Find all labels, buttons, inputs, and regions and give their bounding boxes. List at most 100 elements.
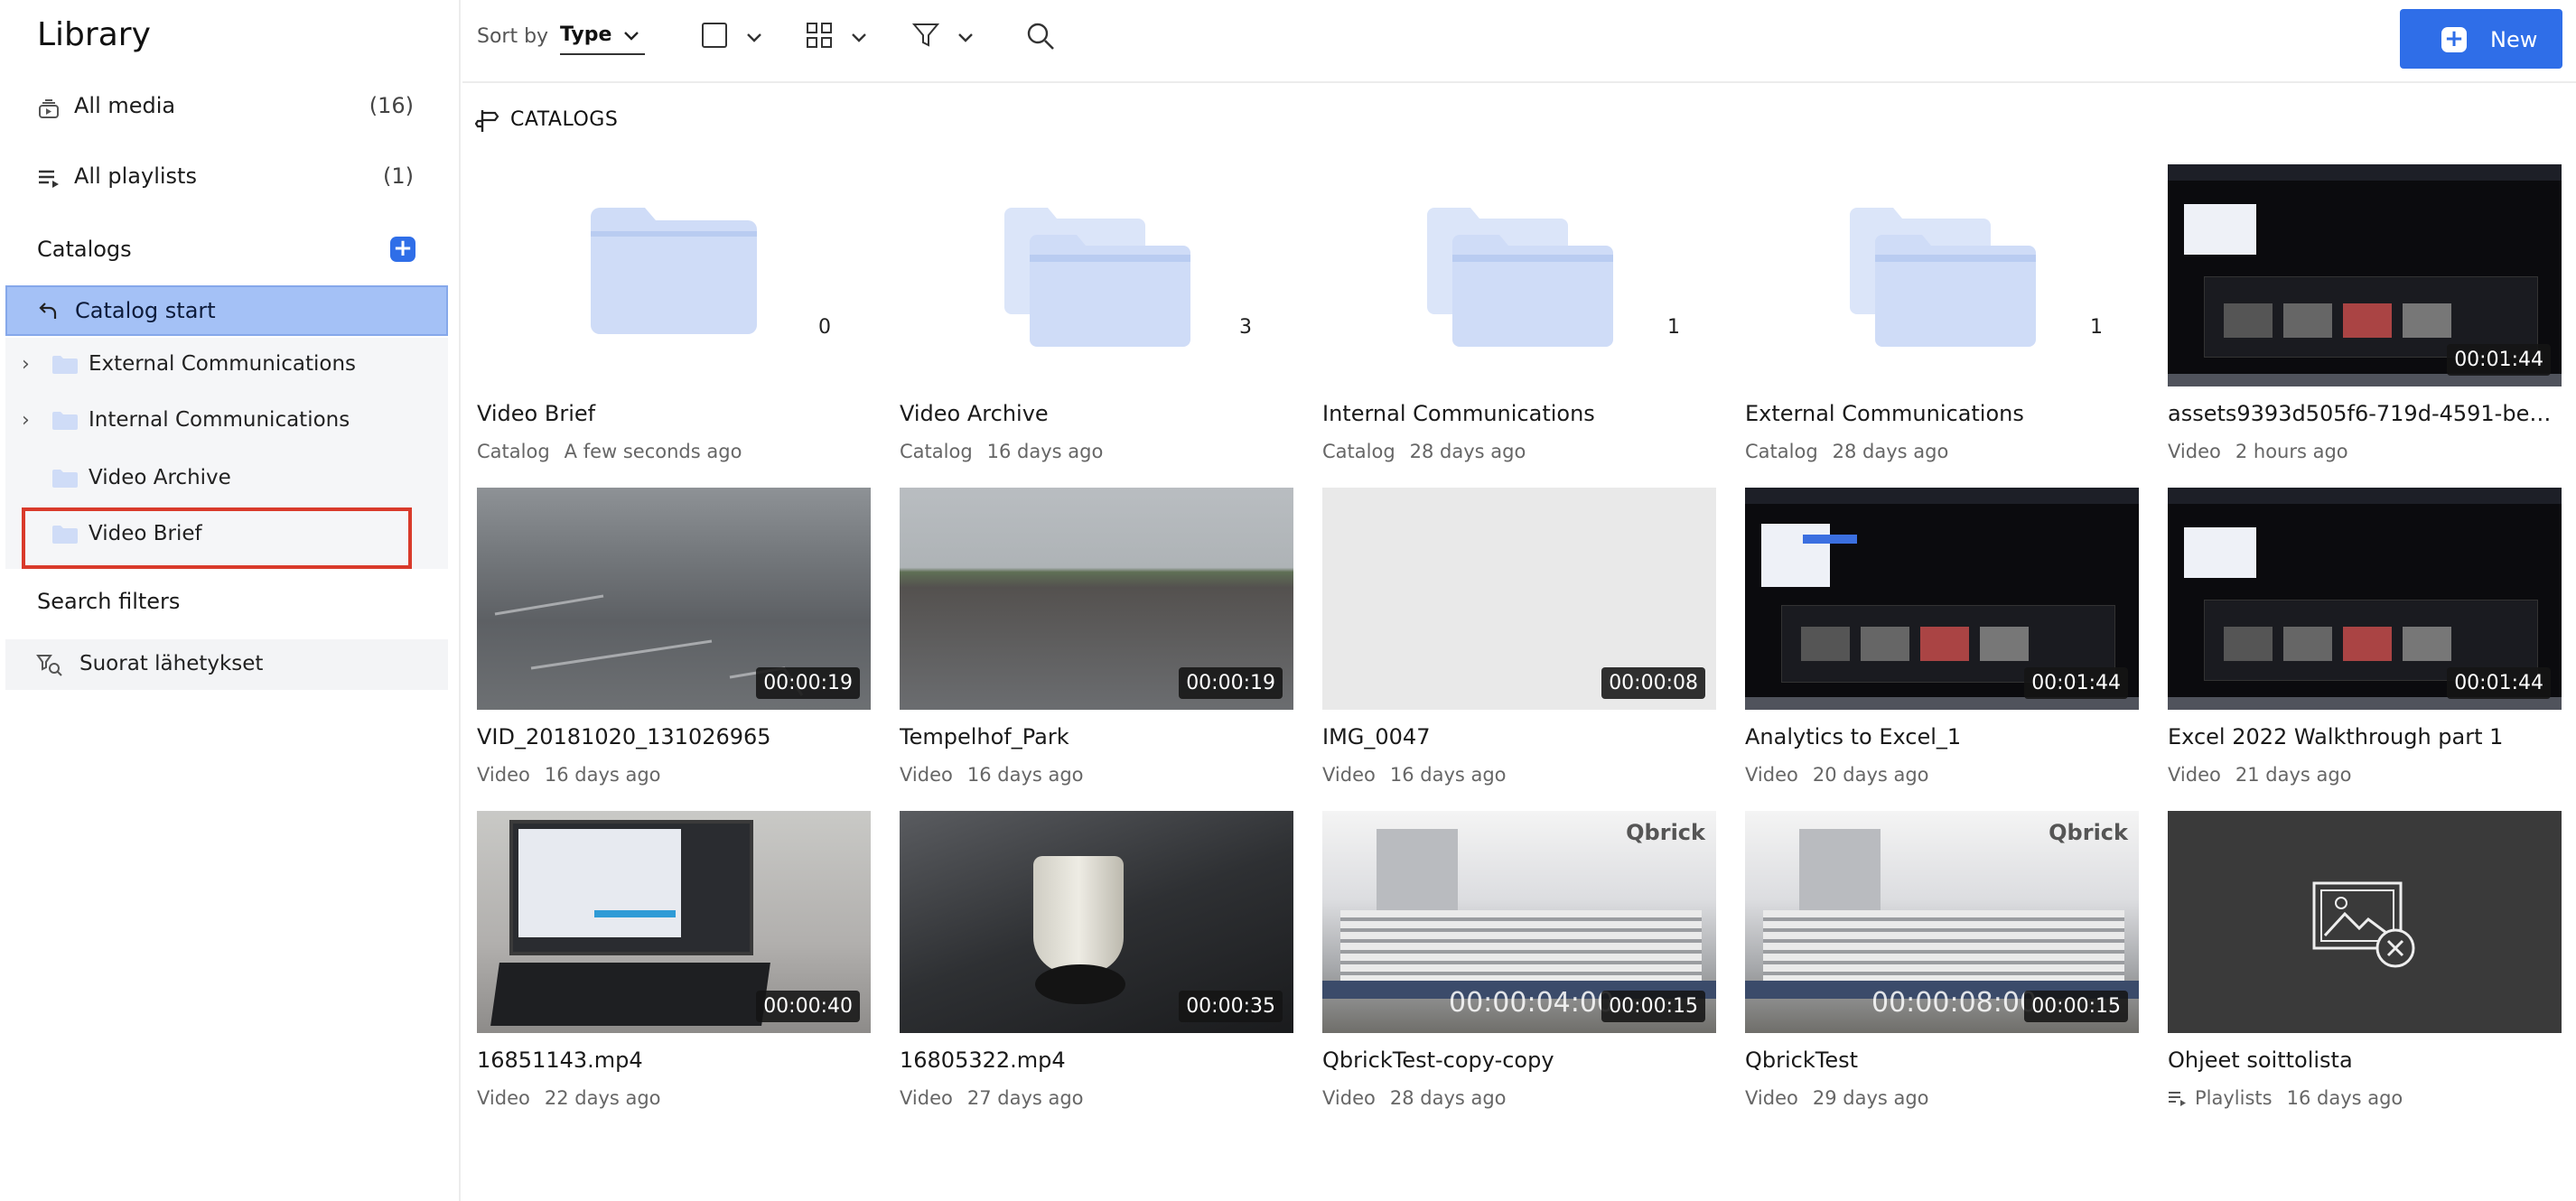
- grid-view-icon[interactable]: [806, 22, 833, 49]
- chevron-down-icon[interactable]: [744, 27, 764, 47]
- video-tile[interactable]: 00:01:44 assets9393d505f6-719d-4591-be02…: [2168, 164, 2562, 471]
- video-tile[interactable]: 00:01:44 Analytics to Excel_1 Video 20 da…: [1745, 488, 2139, 795]
- folders-icon: [1850, 208, 2036, 347]
- sort-select[interactable]: Type: [560, 23, 645, 55]
- app-window: Library All media (16) All playlists (1)…: [0, 0, 2576, 1201]
- all-playlists-count: (1): [383, 163, 414, 189]
- new-button[interactable]: + New: [2400, 9, 2562, 69]
- saved-search-icon: [36, 655, 62, 676]
- item-meta: Video 16 days ago: [477, 764, 661, 786]
- catalog-start-item[interactable]: Catalog start: [5, 285, 448, 336]
- item-age: 28 days ago: [1409, 441, 1526, 462]
- item-type: Playlists: [2195, 1087, 2273, 1109]
- item-age: 28 days ago: [1832, 441, 1949, 462]
- sort-value: Type: [560, 23, 612, 46]
- item-age: 16 days ago: [544, 764, 661, 786]
- building: [1763, 910, 2124, 982]
- item-type: Video: [1745, 764, 1798, 786]
- folder-thumbnail: 3: [900, 164, 1293, 386]
- tree-item-label: External Communications: [89, 352, 357, 376]
- video-tile[interactable]: 00:00:19 VID_20181020_131026965 Video 16 …: [477, 488, 871, 795]
- plus-icon: +: [393, 235, 413, 262]
- sidebar-item-all-playlists[interactable]: All playlists (1): [0, 148, 448, 208]
- screen-dock: [2168, 697, 2562, 710]
- tree-item-video-archive[interactable]: Video Archive: [5, 452, 448, 507]
- sidebar-item-all-media[interactable]: All media (16): [0, 78, 448, 137]
- folder-icon: [52, 356, 78, 374]
- screen-dock: [1745, 697, 2139, 710]
- item-type: Video: [2168, 441, 2221, 462]
- chevron-right-icon[interactable]: ›: [22, 411, 36, 431]
- item-meta: Video 16 days ago: [1322, 764, 1507, 786]
- item-meta: Video 27 days ago: [900, 1087, 1084, 1109]
- video-thumbnail: Qbrick 00:00:08:00 00:00:15: [1745, 811, 2139, 1033]
- duration-badge: 00:00:15: [2024, 991, 2128, 1022]
- catalog-tile-external-communications[interactable]: 1 External Communications Catalog 28 days…: [1745, 164, 2139, 471]
- item-count: 3: [1239, 316, 1252, 339]
- video-thumbnail: 00:00:40: [477, 811, 871, 1033]
- arrow-up-left-icon: [39, 303, 57, 319]
- item-meta: Video 20 days ago: [1745, 764, 1929, 786]
- folders-icon: [1004, 208, 1190, 347]
- playlist-tile[interactable]: Ohjeet soittolista Playlists 16 days ago: [2168, 811, 2562, 1118]
- tree-item-external-communications[interactable]: › External Communications: [5, 338, 448, 394]
- plus-icon: +: [2441, 27, 2467, 52]
- broken-image-icon: [2312, 881, 2415, 968]
- item-type: Catalog: [1745, 441, 1818, 462]
- catalog-tile-internal-communications[interactable]: 1 Internal Communications Catalog 28 days…: [1322, 164, 1716, 471]
- item-type: Video: [2168, 764, 2221, 786]
- filter-icon[interactable]: [912, 22, 939, 49]
- duration-badge: 00:01:44: [2447, 667, 2551, 699]
- library-title: Library: [37, 16, 151, 53]
- folder-thumbnail: 1: [1322, 164, 1716, 386]
- breadcrumb[interactable]: CATALOGS: [510, 108, 618, 131]
- add-catalog-button[interactable]: +: [390, 237, 415, 262]
- catalog-tile-video-brief[interactable]: 0 Video Brief Catalog A few seconds ago: [477, 164, 871, 471]
- chevron-right-icon[interactable]: ›: [22, 355, 36, 375]
- tree-item-internal-communications[interactable]: › Internal Communications: [5, 394, 448, 450]
- video-tile[interactable]: Qbrick 00:00:08:00 00:00:15 QbrickTest V…: [1745, 811, 2139, 1118]
- video-tile[interactable]: 00:00:08 IMG_0047 Video 16 days ago: [1322, 488, 1716, 795]
- catalog-tile-video-archive[interactable]: 3 Video Archive Catalog 16 days ago: [900, 164, 1293, 471]
- item-title: IMG_0047: [1322, 724, 1431, 749]
- item-title: Analytics to Excel_1: [1745, 724, 1962, 749]
- sort-by-label: Sort by: [477, 25, 549, 48]
- video-thumbnail: 00:01:44: [2168, 488, 2562, 710]
- item-age: A few seconds ago: [564, 441, 742, 462]
- laptop-app: [518, 829, 681, 937]
- item-type: Video: [477, 1087, 530, 1109]
- all-media-label: All media: [74, 93, 176, 118]
- item-meta: Video 21 days ago: [2168, 764, 2352, 786]
- tree-item-label: Internal Communications: [89, 408, 350, 432]
- duration-badge: 00:00:35: [1179, 991, 1283, 1022]
- item-type: Video: [1322, 764, 1376, 786]
- screen-dock: [2168, 374, 2562, 386]
- laptop-screen: [509, 820, 753, 955]
- item-age: 20 days ago: [1812, 764, 1929, 786]
- video-tile[interactable]: Qbrick 00:00:04:00 00:00:15 QbrickTest-c…: [1322, 811, 1716, 1118]
- video-tile[interactable]: 00:00:40 16851143.mp4 Video 22 days ago: [477, 811, 871, 1118]
- video-tile[interactable]: 00:01:44 Excel 2022 Walkthrough part 1 V…: [2168, 488, 2562, 795]
- duration-badge: 00:01:44: [2447, 344, 2551, 376]
- screen-menu-selected: [1803, 535, 1857, 544]
- item-age: 29 days ago: [1812, 1087, 1929, 1109]
- item-meta: Catalog 16 days ago: [900, 441, 1103, 462]
- video-tile[interactable]: 00:00:19 Tempelhof_Park Video 16 days ago: [900, 488, 1293, 795]
- video-tile[interactable]: 00:00:35 16805322.mp4 Video 27 days ago: [900, 811, 1293, 1118]
- tree-item-label: Video Archive: [89, 466, 231, 489]
- search-filter-item[interactable]: Suorat lähetykset: [5, 639, 448, 690]
- item-title: 16805322.mp4: [900, 1047, 1066, 1073]
- chevron-down-icon[interactable]: [849, 27, 869, 47]
- item-meta: Video 22 days ago: [477, 1087, 661, 1109]
- video-thumbnail: 00:00:19: [900, 488, 1293, 710]
- chevron-down-icon[interactable]: [956, 27, 975, 47]
- search-filters-title: Search filters: [37, 589, 181, 614]
- folder-icon: [52, 470, 78, 488]
- search-icon[interactable]: [1026, 22, 1055, 51]
- select-checkbox-icon[interactable]: [701, 22, 728, 49]
- item-title: Tempelhof_Park: [900, 724, 1069, 749]
- duration-badge: 00:00:40: [756, 991, 860, 1022]
- item-type: Catalog: [900, 441, 973, 462]
- item-meta: Video 2 hours ago: [2168, 441, 2348, 462]
- item-age: 16 days ago: [2286, 1087, 2403, 1109]
